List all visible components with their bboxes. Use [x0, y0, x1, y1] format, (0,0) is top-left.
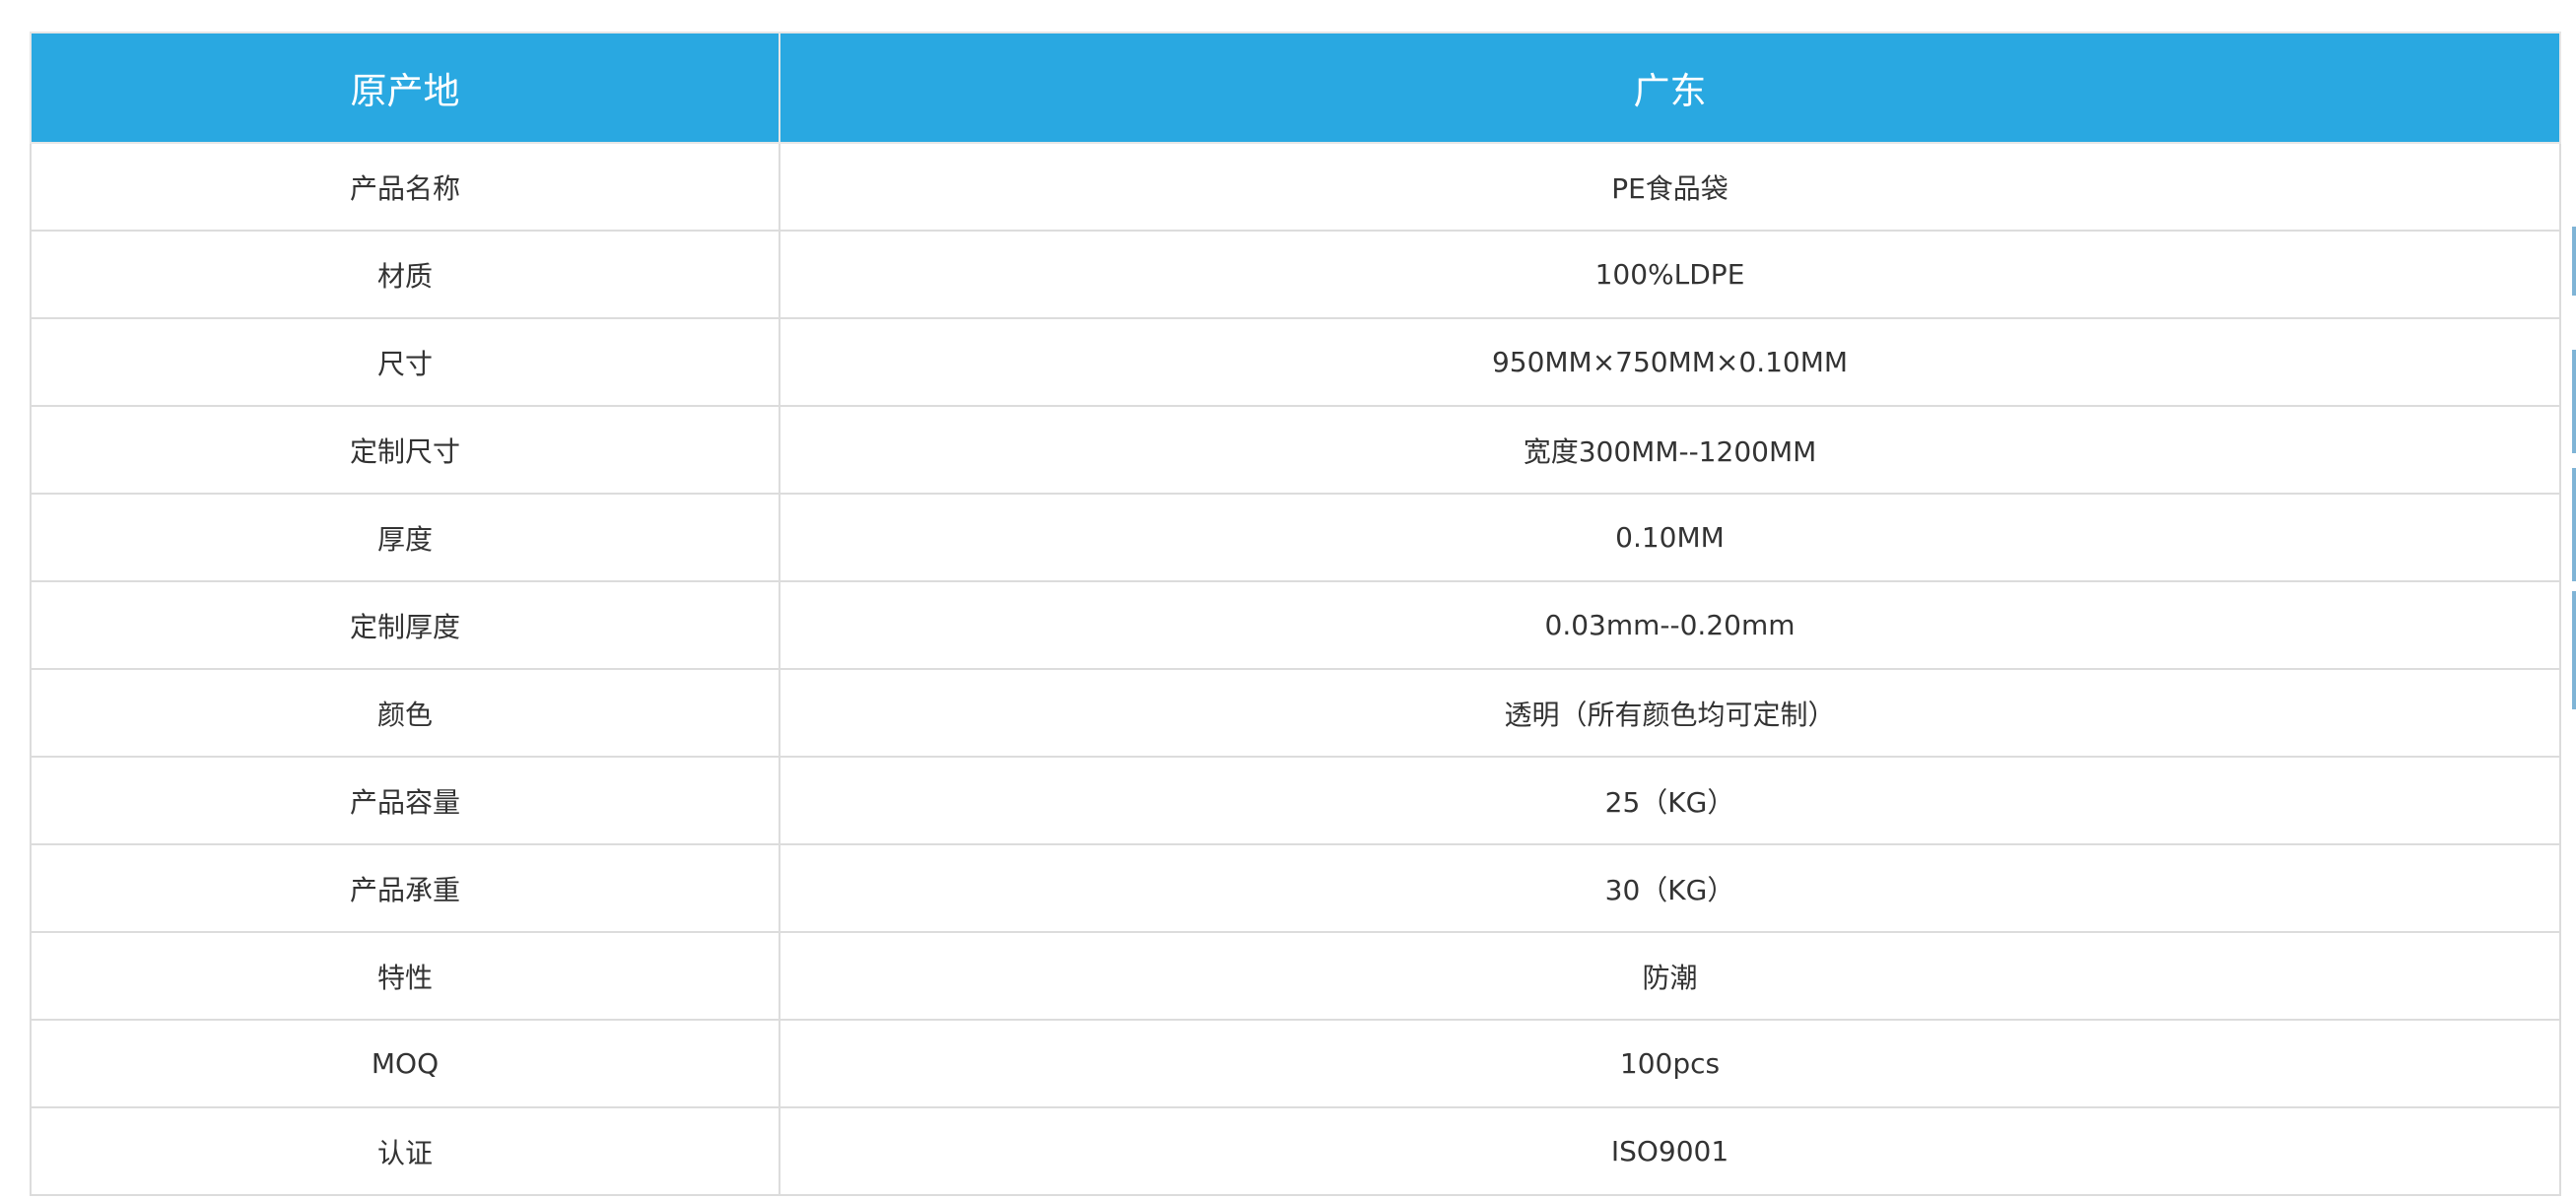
product-spec-table: 原产地 广东 产品名称 PE食品袋 材质 100%LDPE 尺寸 950MM×7… [30, 32, 2561, 1196]
edge-mark [2572, 227, 2576, 296]
row-value-cell: 950MM×750MM×0.10MM [779, 317, 2561, 407]
table-row: 厚度 0.10MM [30, 493, 2561, 582]
table-row: 认证 ISO9001 [30, 1106, 2561, 1196]
page-edge-decoration [2570, 0, 2576, 1200]
row-value-cell: 100pcs [779, 1019, 2561, 1108]
row-label-cell: 特性 [30, 931, 780, 1021]
edge-mark [2572, 468, 2576, 581]
row-value-cell: 25（KG） [779, 756, 2561, 845]
row-label-cell: 产品名称 [30, 142, 780, 232]
row-value-cell: 30（KG） [779, 843, 2561, 933]
row-label-cell: 定制尺寸 [30, 405, 780, 495]
edge-mark [2572, 350, 2576, 453]
row-label-cell: MOQ [30, 1019, 780, 1108]
row-label-cell: 尺寸 [30, 317, 780, 407]
row-label-cell: 认证 [30, 1106, 780, 1196]
row-label-cell: 定制厚度 [30, 580, 780, 670]
table-row: 产品容量 25（KG） [30, 756, 2561, 845]
table-row: 产品名称 PE食品袋 [30, 142, 2561, 232]
table-row: MOQ 100pcs [30, 1019, 2561, 1108]
row-value-cell: 防潮 [779, 931, 2561, 1021]
row-value-cell: 0.10MM [779, 493, 2561, 582]
table-row: 尺寸 950MM×750MM×0.10MM [30, 317, 2561, 407]
table-row: 材质 100%LDPE [30, 230, 2561, 319]
table-row: 产品承重 30（KG） [30, 843, 2561, 933]
header-label-cell: 原产地 [30, 32, 780, 144]
row-value-cell: 0.03mm--0.20mm [779, 580, 2561, 670]
row-value-cell: 宽度300MM--1200MM [779, 405, 2561, 495]
row-value-cell: PE食品袋 [779, 142, 2561, 232]
row-label-cell: 产品承重 [30, 843, 780, 933]
table-row: 颜色 透明（所有颜色均可定制） [30, 668, 2561, 758]
table-row: 定制尺寸 宽度300MM--1200MM [30, 405, 2561, 495]
row-label-cell: 厚度 [30, 493, 780, 582]
table-row: 定制厚度 0.03mm--0.20mm [30, 580, 2561, 670]
row-label-cell: 材质 [30, 230, 780, 319]
row-value-cell: 100%LDPE [779, 230, 2561, 319]
table-row: 特性 防潮 [30, 931, 2561, 1021]
edge-mark [2572, 591, 2576, 709]
row-value-cell: 透明（所有颜色均可定制） [779, 668, 2561, 758]
row-label-cell: 产品容量 [30, 756, 780, 845]
header-value-cell: 广东 [779, 32, 2561, 144]
row-value-cell: ISO9001 [779, 1106, 2561, 1196]
table-header-row: 原产地 广东 [30, 32, 2561, 144]
row-label-cell: 颜色 [30, 668, 780, 758]
